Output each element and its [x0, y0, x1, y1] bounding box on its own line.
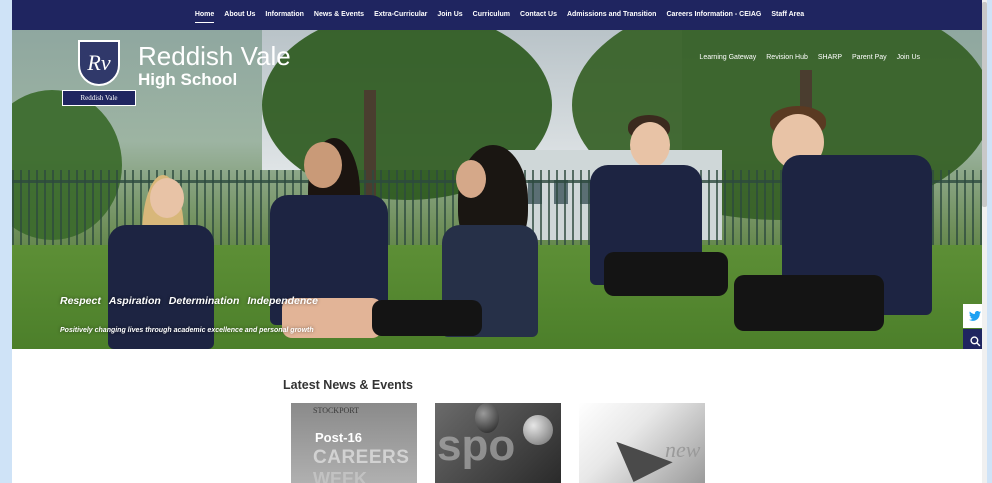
scrollbar-thumb[interactable]	[982, 2, 987, 207]
logo-line-1: Reddish Vale	[138, 41, 291, 71]
value-aspiration: Aspiration	[108, 295, 161, 307]
news-card-headline: Post-16	[315, 430, 362, 445]
search-icon	[969, 335, 980, 346]
school-logo[interactable]: Rv Reddish Vale Reddish Vale High School	[62, 40, 291, 112]
page: Home About Us Information News & Events …	[12, 0, 987, 483]
twitter-icon	[969, 311, 981, 321]
news-card[interactable]: new	[579, 403, 705, 483]
nav-information[interactable]: Information	[260, 0, 309, 30]
quicklink-join-us[interactable]: Join Us	[892, 54, 925, 61]
quick-links: Learning Gateway Revision Hub SHARP Pare…	[694, 54, 925, 61]
news-card[interactable]: STOCKPORT Post-16 CAREERS WEEK	[291, 403, 417, 483]
arrow-graphic	[605, 441, 673, 483]
crest-shield: Rv	[78, 40, 120, 86]
crest-ribbon: Reddish Vale	[62, 90, 136, 106]
hero-tagline: Positively changing lives through academ…	[60, 327, 314, 334]
news-card-image-text: new	[665, 437, 701, 462]
news-card-brand: STOCKPORT	[313, 406, 360, 415]
nav-extra-curricular[interactable]: Extra-Curricular	[369, 0, 432, 30]
value-independence: Independence	[247, 295, 318, 307]
value-determination: Determination	[168, 295, 240, 307]
news-card[interactable]: spo	[435, 403, 561, 483]
news-section-title: Latest News & Events	[283, 378, 413, 392]
logo-line-2: High School	[138, 70, 238, 89]
quicklink-learning-gateway[interactable]: Learning Gateway	[694, 54, 761, 61]
news-card-image-text: spo	[437, 421, 516, 470]
news-card-headline: WEEK	[313, 469, 367, 483]
nav-contact-us[interactable]: Contact Us	[515, 0, 562, 30]
nav-home[interactable]: Home	[190, 0, 219, 30]
nav-admissions-transition[interactable]: Admissions and Transition	[562, 0, 661, 30]
page-scrollbar[interactable]	[982, 0, 987, 483]
quicklink-parent-pay[interactable]: Parent Pay	[847, 54, 892, 61]
nav-careers-ceiag[interactable]: Careers Information - CEIAG	[661, 0, 766, 30]
nav-about-us[interactable]: About Us	[219, 0, 260, 30]
main-navigation: Home About Us Information News & Events …	[12, 0, 987, 30]
news-card-headline: CAREERS	[313, 447, 410, 468]
school-values: Respect Aspiration Determination Indepen…	[60, 295, 318, 307]
nav-join-us[interactable]: Join Us	[432, 0, 467, 30]
value-respect: Respect	[60, 295, 101, 307]
quicklink-sharp[interactable]: SHARP	[813, 54, 847, 61]
logo-text: Reddish Vale High School	[138, 42, 291, 90]
balloon-image	[523, 415, 553, 445]
nav-news-events[interactable]: News & Events	[309, 0, 369, 30]
nav-curriculum[interactable]: Curriculum	[468, 0, 515, 30]
school-crest: Rv Reddish Vale	[62, 40, 136, 112]
hero-banner: Rv Reddish Vale Reddish Vale High School…	[12, 30, 987, 349]
nav-staff-area[interactable]: Staff Area	[766, 0, 809, 30]
quicklink-revision-hub[interactable]: Revision Hub	[761, 54, 813, 61]
